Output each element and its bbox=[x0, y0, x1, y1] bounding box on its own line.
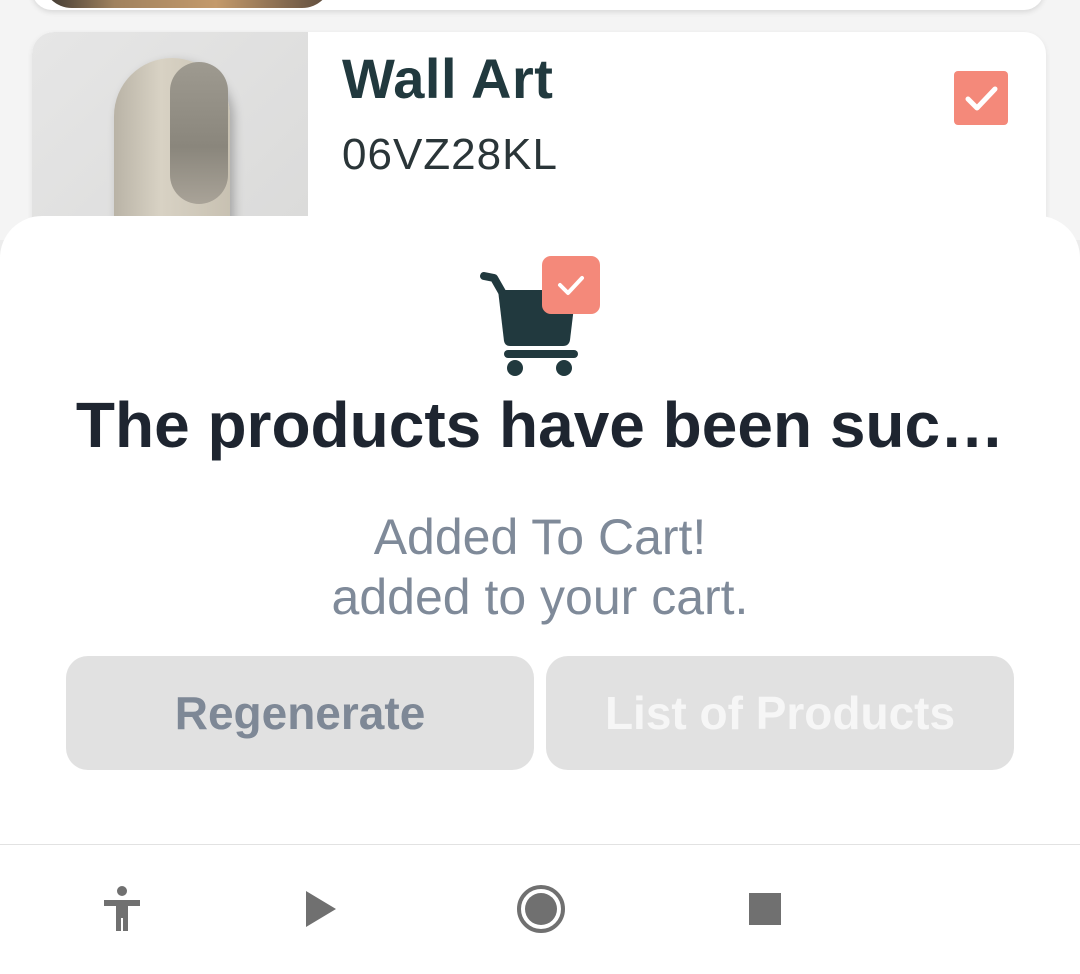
success-title: The products have been suc… bbox=[75, 389, 1005, 461]
regenerate-button[interactable]: Regenerate bbox=[66, 656, 534, 770]
product-code: 06VZ28KL bbox=[342, 130, 558, 179]
cart-check-icon bbox=[478, 254, 604, 380]
stop-icon[interactable] bbox=[737, 881, 793, 937]
list-of-products-button[interactable]: List of Products bbox=[546, 656, 1014, 770]
system-nav-bar bbox=[0, 844, 1080, 974]
checkmark-icon bbox=[965, 86, 998, 111]
play-icon[interactable] bbox=[292, 881, 348, 937]
wall-mirror-glass bbox=[170, 62, 228, 204]
product-list: Wall Art 06VZ28KL bbox=[0, 0, 1080, 292]
record-icon[interactable] bbox=[513, 881, 569, 937]
accessibility-icon[interactable] bbox=[94, 881, 150, 937]
success-message: added to your cart. bbox=[331, 569, 749, 625]
product-card-previous[interactable] bbox=[32, 0, 1044, 10]
product-thumbnail bbox=[42, 0, 332, 8]
added-to-cart-sheet: The products have been suc… Added To Car… bbox=[0, 216, 1080, 844]
product-title: Wall Art bbox=[342, 47, 554, 110]
product-select-checkbox[interactable] bbox=[954, 71, 1008, 125]
success-subtitle: Added To Cart! bbox=[373, 509, 707, 565]
